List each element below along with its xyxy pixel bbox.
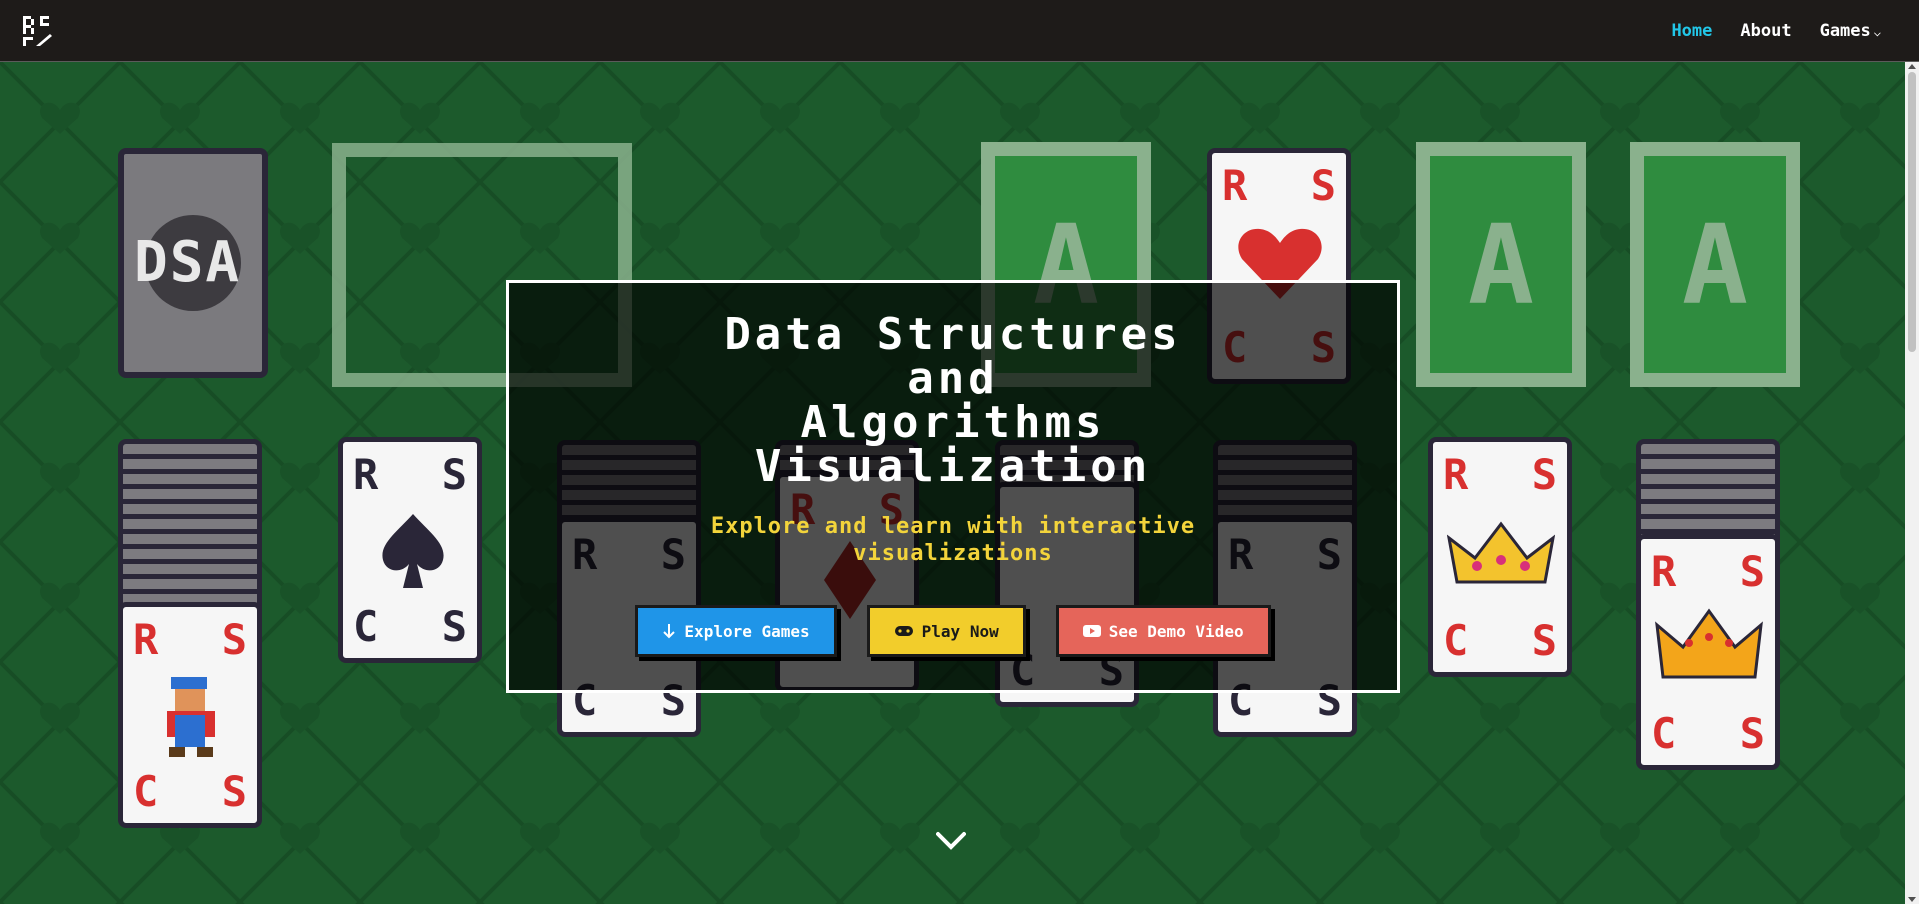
crown-icon: [1655, 608, 1763, 679]
hero-title-line: Visualization: [754, 441, 1152, 492]
nav-link-games[interactable]: Games ⌵: [1820, 21, 1881, 41]
foundation-slot-4[interactable]: A: [1630, 142, 1800, 387]
see-demo-video-button[interactable]: See Demo Video: [1055, 605, 1271, 657]
card-rank-tl: R: [1443, 450, 1469, 499]
explore-games-label: Explore Games: [684, 621, 810, 641]
card-rank-bl: C: [1651, 709, 1677, 758]
youtube-icon: [1082, 625, 1101, 637]
card-rank-tr: S: [1310, 161, 1336, 210]
card-rank-br: S: [1739, 709, 1765, 758]
tableau-card-spade[interactable]: R S C S: [338, 437, 482, 663]
chevron-down-icon: ⌵: [1873, 24, 1881, 39]
card-rank-tr: S: [441, 450, 467, 499]
top-navbar: Home About Games ⌵: [0, 0, 1919, 62]
hero-title-line: Data Structures: [724, 309, 1182, 360]
scroll-thumb[interactable]: [1908, 72, 1916, 352]
hero-subtitle-line: visualizations: [853, 541, 1053, 566]
card-rank-tl: R: [1222, 161, 1248, 210]
explore-games-button[interactable]: Explore Games: [635, 605, 837, 657]
card-rank-br: S: [221, 767, 247, 816]
card-rank-bl: C: [1443, 616, 1469, 665]
scroll-down-chevron-icon[interactable]: [936, 831, 966, 851]
hero-title: Data Structures and Algorithms Visualiza…: [509, 313, 1397, 489]
scroll-up-arrow-icon[interactable]: [1908, 64, 1916, 69]
card-rank-br: S: [441, 602, 467, 651]
tableau-card-mario[interactable]: R S C S: [118, 602, 262, 828]
card-rank-tr: S: [1739, 547, 1765, 596]
mario-character-icon: [167, 677, 215, 757]
play-now-button[interactable]: Play Now: [866, 605, 1026, 657]
scroll-down-arrow-icon[interactable]: [1908, 897, 1916, 902]
hero-subtitle-line: Explore and learn with interactive: [710, 514, 1196, 539]
tableau-card-crown-pink[interactable]: R S C S: [1428, 437, 1572, 677]
see-demo-video-label: See Demo Video: [1108, 621, 1244, 641]
nav-links: Home About Games ⌵: [1671, 21, 1881, 41]
foundation-slot-3-label: A: [1467, 200, 1535, 329]
card-rank-tl: R: [1651, 547, 1677, 596]
tableau-stack-1: [118, 439, 262, 629]
card-rank-tl: R: [353, 450, 379, 499]
card-rank-bl: C: [133, 767, 159, 816]
card-rank-tr: S: [1531, 450, 1557, 499]
draw-deck-card[interactable]: DSA: [118, 148, 268, 378]
crown-icon: [1447, 521, 1555, 584]
foundation-slot-3[interactable]: A: [1416, 142, 1586, 387]
nav-link-about[interactable]: About: [1740, 21, 1791, 41]
play-now-label: Play Now: [921, 621, 999, 641]
hero-panel: Data Structures and Algorithms Visualiza…: [506, 280, 1400, 693]
spade-icon: [382, 514, 444, 588]
hero-title-line: Algorithms: [800, 397, 1106, 448]
site-logo-icon[interactable]: [20, 13, 56, 49]
hero-title-line: and: [907, 353, 999, 404]
arrow-down-icon: [663, 624, 676, 639]
card-rank-tr: S: [221, 615, 247, 664]
gamepad-icon: [894, 626, 913, 636]
page-scrollbar[interactable]: [1905, 62, 1919, 904]
card-rank-br: S: [1531, 616, 1557, 665]
hero-subtitle: Explore and learn with interactive visua…: [509, 513, 1397, 567]
foundation-slot-4-label: A: [1681, 200, 1749, 329]
hero-buttons: Explore Games Play Now See Demo Video: [509, 605, 1397, 657]
card-rank-tl: R: [133, 615, 159, 664]
tableau-card-crown-gold[interactable]: R S C S: [1636, 534, 1780, 770]
nav-link-home[interactable]: Home: [1671, 21, 1712, 41]
deck-label: DSA: [134, 230, 242, 295]
nav-link-games-label: Games: [1819, 20, 1871, 41]
card-rank-bl: C: [353, 602, 379, 651]
